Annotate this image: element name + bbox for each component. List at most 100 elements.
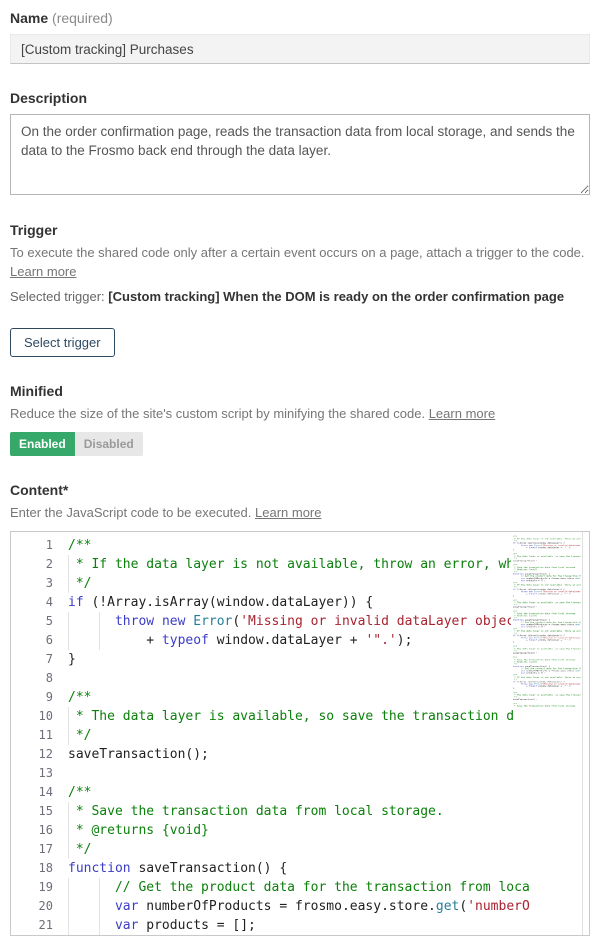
name-label-text: Name [10, 10, 48, 26]
line-number: 1 [11, 536, 59, 555]
content-heading: Content* [10, 482, 590, 498]
code-lines[interactable]: 1/**2 * If the data layer is not availab… [11, 536, 582, 935]
line-number: 8 [11, 669, 59, 688]
description-textarea[interactable]: On the order confirmation page, reads th… [10, 114, 590, 195]
line-number: 13 [11, 764, 59, 783]
line-number: 5 [11, 612, 59, 631]
line-number: 20 [11, 897, 59, 916]
code-line-content: * @returns {void} [59, 821, 582, 840]
line-number: 3 [11, 574, 59, 593]
code-line[interactable]: 21 var products = []; [11, 916, 582, 935]
selected-trigger-line: Selected trigger: [Custom tracking] When… [10, 289, 590, 304]
code-line[interactable]: 15 * Save the transaction data from loca… [11, 802, 582, 821]
name-field-group: Name (required) [10, 10, 590, 64]
selected-trigger-value: [Custom tracking] When the DOM is ready … [108, 289, 564, 304]
code-line-content: */ [59, 840, 582, 859]
code-line-content: /** [59, 783, 582, 802]
code-line[interactable]: 16 * @returns {void} [11, 821, 582, 840]
code-line-content: saveTransaction(); [59, 745, 582, 764]
code-line-content: var products = []; [59, 916, 582, 935]
name-required-note: (required) [52, 10, 113, 26]
code-line[interactable]: 9/** [11, 688, 582, 707]
trigger-section: Trigger To execute the shared code only … [10, 222, 590, 357]
content-description: Enter the JavaScript code to be executed… [10, 503, 590, 522]
minified-disabled-button[interactable]: Disabled [75, 432, 143, 456]
indent-guide [68, 726, 69, 745]
content-section: Content* Enter the JavaScript code to be… [10, 482, 590, 936]
name-input[interactable] [10, 34, 590, 64]
line-number: 4 [11, 593, 59, 612]
select-trigger-button[interactable]: Select trigger [10, 328, 115, 357]
code-line[interactable]: 19 // Get the product data for the trans… [11, 878, 582, 897]
description-field-group: Description On the order confirmation pa… [10, 90, 590, 200]
indent-guide [68, 631, 69, 650]
indent-guide [99, 897, 100, 916]
name-label: Name (required) [10, 10, 590, 26]
line-number: 21 [11, 916, 59, 935]
line-number: 12 [11, 745, 59, 764]
code-line-content: throw new Error('Missing or invalid data… [59, 612, 582, 631]
line-number: 9 [11, 688, 59, 707]
trigger-description: To execute the shared code only after a … [10, 243, 590, 262]
minified-learn-more-link[interactable]: Learn more [429, 406, 495, 421]
description-label: Description [10, 90, 590, 106]
minified-toggle: Enabled Disabled [10, 432, 590, 456]
code-editor[interactable]: 1/**2 * If the data layer is not availab… [10, 531, 590, 936]
code-line[interactable]: 11 */ [11, 726, 582, 745]
code-line[interactable]: 10 * The data layer is available, so sav… [11, 707, 582, 726]
indent-guide [68, 840, 69, 859]
code-line-content: */ [59, 726, 582, 745]
line-number: 19 [11, 878, 59, 897]
line-number: 7 [11, 650, 59, 669]
code-line[interactable]: 3 */ [11, 574, 582, 593]
code-line-content: + typeof window.dataLayer + '".'); [59, 631, 582, 650]
minified-description-text: Reduce the size of the site's custom scr… [10, 406, 425, 421]
line-number: 16 [11, 821, 59, 840]
code-line-content: * The data layer is available, so save t… [59, 707, 582, 726]
code-minimap[interactable]: /** * If the data layer is not available… [511, 535, 581, 707]
indent-guide [68, 821, 69, 840]
code-line-content [59, 669, 582, 688]
code-line[interactable]: 12saveTransaction(); [11, 745, 582, 764]
code-line[interactable]: 17 */ [11, 840, 582, 859]
indent-guide [68, 555, 69, 574]
code-line-content: */ [59, 574, 582, 593]
code-line[interactable]: 5 throw new Error('Missing or invalid da… [11, 612, 582, 631]
content-learn-more-link[interactable]: Learn more [255, 505, 321, 520]
code-line[interactable]: 7} [11, 650, 582, 669]
code-line[interactable]: 20 var numberOfProducts = frosmo.easy.st… [11, 897, 582, 916]
indent-guide [68, 897, 69, 916]
indent-guide [99, 878, 100, 897]
minified-description: Reduce the size of the site's custom scr… [10, 404, 590, 423]
code-line-content: var numberOfProducts = frosmo.easy.store… [59, 897, 582, 916]
editor-scrollbar[interactable] [582, 532, 589, 935]
code-line[interactable]: 6 + typeof window.dataLayer + '".'); [11, 631, 582, 650]
trigger-learn-more-link[interactable]: Learn more [10, 264, 76, 279]
code-line-content: // Get the product data for the transact… [59, 878, 582, 897]
indent-guide [68, 574, 69, 593]
code-line-content: /** [59, 536, 582, 555]
indent-guide [68, 802, 69, 821]
code-line-content [59, 764, 582, 783]
line-number: 14 [11, 783, 59, 802]
code-line[interactable]: 2 * If the data layer is not available, … [11, 555, 582, 574]
code-line[interactable]: 14/** [11, 783, 582, 802]
code-line[interactable]: 1/** [11, 536, 582, 555]
line-number: 2 [11, 555, 59, 574]
indent-guide [99, 612, 100, 631]
indent-guide [68, 612, 69, 631]
line-number: 15 [11, 802, 59, 821]
code-line[interactable]: 13 [11, 764, 582, 783]
line-number: 10 [11, 707, 59, 726]
indent-guide [99, 916, 100, 935]
code-line[interactable]: 18function saveTransaction() { [11, 859, 582, 878]
code-line-content: if (!Array.isArray(window.dataLayer)) { [59, 593, 582, 612]
minified-enabled-button[interactable]: Enabled [10, 432, 75, 456]
code-line-content: * If the data layer is not available, th… [59, 555, 582, 574]
code-line[interactable]: 4if (!Array.isArray(window.dataLayer)) { [11, 593, 582, 612]
code-line-content: function saveTransaction() { [59, 859, 582, 878]
code-line-content: } [59, 650, 582, 669]
indent-guide [68, 878, 69, 897]
minified-section: Minified Reduce the size of the site's c… [10, 383, 590, 456]
code-line[interactable]: 8 [11, 669, 582, 688]
